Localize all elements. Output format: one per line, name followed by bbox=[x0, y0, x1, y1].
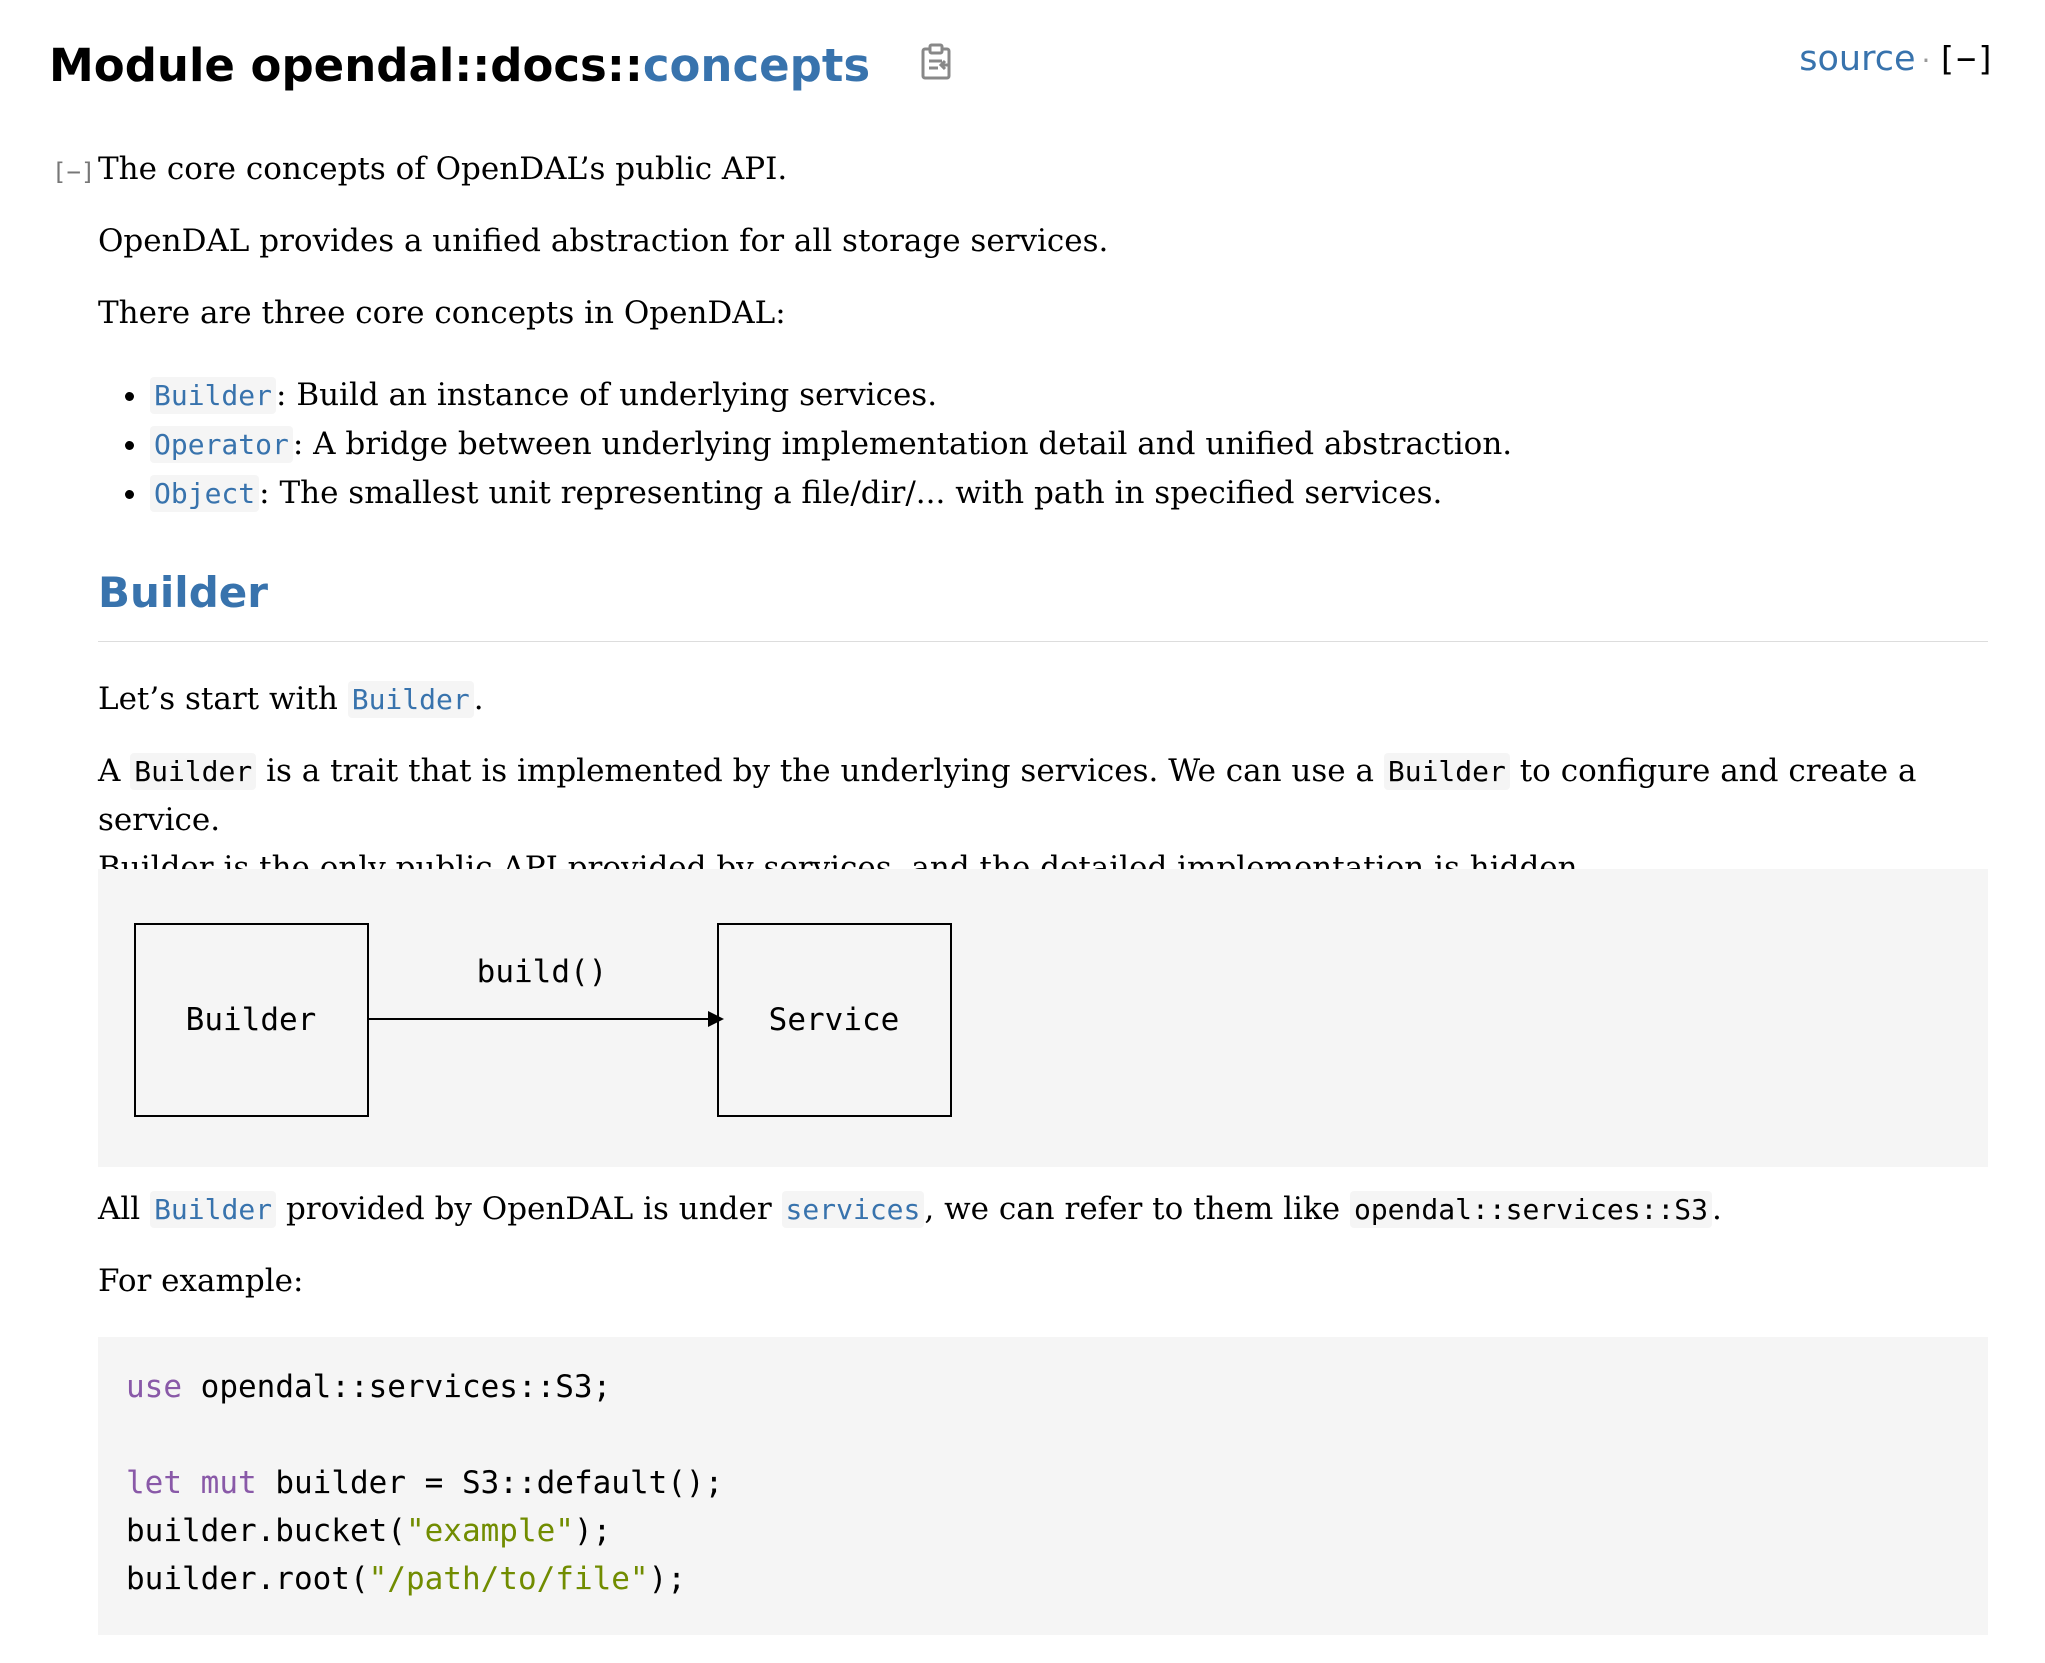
docblock-toggle[interactable]: [−] bbox=[52, 158, 95, 186]
all-text-3: , we can refer to them like bbox=[924, 1191, 1350, 1227]
code-keyword: mut bbox=[200, 1465, 257, 1501]
code-text: builder = S3::default(); bbox=[256, 1465, 724, 1501]
code-text: builder.root( bbox=[126, 1561, 369, 1597]
trait-text-2: is a trait that is implemented by the un… bbox=[256, 753, 1384, 789]
operator-link[interactable]: Operator bbox=[150, 426, 293, 463]
code-string: "example" bbox=[405, 1513, 574, 1549]
code-pre: use opendal::services::S3; let mut build… bbox=[98, 1337, 1988, 1629]
trait-text-1: A bbox=[98, 753, 131, 789]
services-link[interactable]: services bbox=[781, 1191, 925, 1228]
example-paragraph: For example: bbox=[98, 1263, 304, 1299]
builder-box-label: Builder bbox=[186, 1002, 317, 1038]
section-heading-builder[interactable]: Builder bbox=[98, 565, 1988, 642]
builder-link[interactable]: Builder bbox=[150, 377, 277, 414]
all-text-1: All bbox=[98, 1191, 151, 1227]
code-keyword: use bbox=[126, 1369, 182, 1405]
code-text: opendal::services::S3; bbox=[182, 1369, 612, 1405]
docs-page: Module opendal::docs::concepts source · [−… bbox=[0, 0, 2045, 1663]
example-code-block: use opendal::services::S3; let mut build… bbox=[98, 1337, 1988, 1635]
service-box-label: Service bbox=[769, 1002, 900, 1038]
all-text-4: . bbox=[1711, 1191, 1722, 1227]
builder-code-1: Builder bbox=[130, 753, 257, 790]
title-concepts-link[interactable]: concepts bbox=[643, 39, 870, 92]
code-text: builder.bucket( bbox=[126, 1513, 406, 1549]
concepts-list: Builder: Build an instance of underlying… bbox=[98, 371, 1512, 518]
builder-link-2[interactable]: Builder bbox=[150, 1191, 277, 1228]
list-item-desc: : Build an instance of underlying servic… bbox=[276, 377, 938, 413]
three-concepts-paragraph: There are three core concepts in OpenDAL… bbox=[98, 295, 786, 331]
diagram-svg: Builder Service build() bbox=[134, 923, 952, 1117]
start-paragraph: Let’s start with Builder. bbox=[98, 675, 484, 724]
list-item-desc: : The smallest unit representing a file/… bbox=[259, 475, 1443, 511]
title-prefix: Module opendal::docs:: bbox=[49, 39, 643, 92]
list-item: Builder: Build an instance of underlying… bbox=[150, 371, 1512, 420]
code-text: ); bbox=[573, 1513, 612, 1549]
copy-path-icon[interactable] bbox=[920, 36, 954, 96]
all-text-2: provided by OpenDAL is under bbox=[276, 1191, 782, 1227]
header-separator: · bbox=[1921, 44, 1931, 77]
builder-code-2: Builder bbox=[1383, 753, 1510, 790]
s3-path-code: opendal::services::S3 bbox=[1349, 1191, 1712, 1228]
list-item-desc: : A bridge between underlying implementa… bbox=[292, 426, 1513, 462]
start-suffix: . bbox=[473, 681, 484, 717]
code-keyword: let bbox=[126, 1465, 182, 1501]
intro-paragraph: The core concepts of OpenDAL’s public AP… bbox=[98, 151, 788, 187]
unified-paragraph: OpenDAL provides a unified abstraction f… bbox=[98, 223, 1109, 259]
header-actions: source · [−] bbox=[1799, 34, 1996, 86]
builder-service-diagram: Builder Service build() bbox=[98, 869, 1988, 1167]
arrow-label: build() bbox=[477, 954, 608, 990]
object-link[interactable]: Object bbox=[150, 475, 260, 512]
all-builders-paragraph: All Builder provided by OpenDAL is under… bbox=[98, 1185, 1722, 1234]
build-arrow-head bbox=[708, 1011, 724, 1027]
list-item: Operator: A bridge between underlying im… bbox=[150, 420, 1512, 469]
collapse-all-toggle[interactable]: [−] bbox=[1936, 39, 1996, 78]
builder-link-inline[interactable]: Builder bbox=[347, 681, 474, 718]
page-title: Module opendal::docs::concepts bbox=[49, 36, 954, 99]
code-string: "/path/to/file" bbox=[368, 1561, 649, 1597]
list-item: Object: The smallest unit representing a… bbox=[150, 469, 1512, 518]
code-text: ); bbox=[648, 1561, 686, 1597]
start-text: Let’s start with bbox=[98, 681, 348, 717]
source-link[interactable]: source bbox=[1799, 39, 1915, 79]
